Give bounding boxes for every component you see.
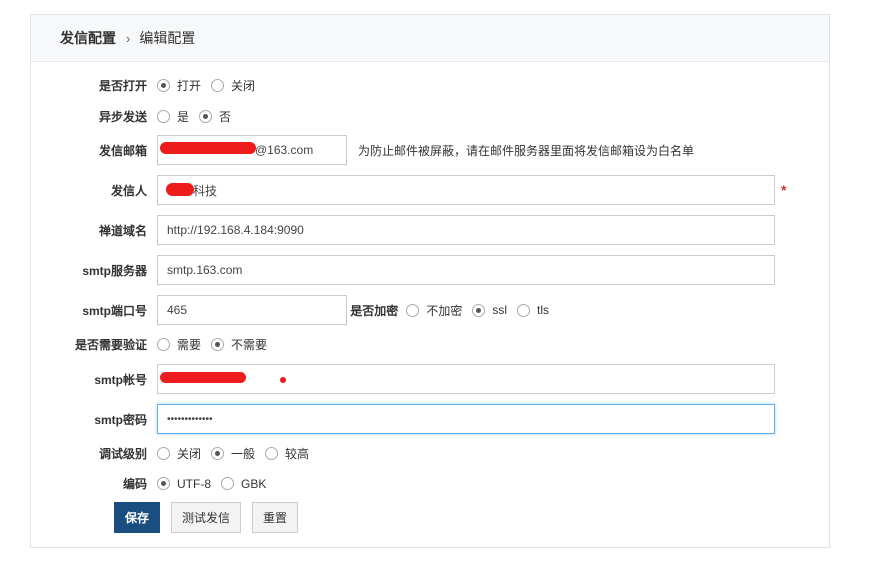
- smtp-password-row: smtp密码 •••••••••••••: [31, 404, 775, 434]
- button-row: 保存 测试发信 重置: [114, 502, 309, 533]
- smtp-port-row: smtp端口号 465 是否加密 不加密 ssl tls: [31, 295, 559, 325]
- radio-unchecked-icon[interactable]: [157, 447, 170, 460]
- redaction-dot: [280, 377, 286, 383]
- async-yes-radio[interactable]: 是: [157, 108, 189, 125]
- breadcrumb-current: 编辑配置: [139, 30, 196, 46]
- debug-normal-radio[interactable]: 一般: [211, 445, 255, 462]
- smtp-password-label: smtp密码: [94, 412, 147, 427]
- config-panel: 发信配置 › 编辑配置 是否打开 打开 关闭 异步发送 是 否 发信邮箱 @16…: [30, 14, 830, 548]
- radio-checked-icon[interactable]: [472, 303, 486, 317]
- sender-email-row: 发信邮箱 @163.com 为防止邮件被屏蔽，请在邮件服务器里面将发信邮箱设为白…: [31, 135, 694, 165]
- radio-checked-icon[interactable]: [157, 79, 170, 92]
- sender-email-input[interactable]: @163.com: [157, 135, 347, 165]
- smtp-server-label: smtp服务器: [82, 263, 147, 278]
- sender-email-hint: 为防止邮件被屏蔽，请在邮件服务器里面将发信邮箱设为白名单: [358, 143, 695, 158]
- encrypt-none-radio[interactable]: 不加密: [406, 302, 462, 319]
- charset-utf8-radio[interactable]: UTF-8: [157, 477, 211, 491]
- radio-checked-icon[interactable]: [211, 338, 225, 351]
- chevron-right-icon: ›: [126, 30, 131, 46]
- radio-unchecked-icon[interactable]: [157, 338, 170, 351]
- smtp-server-input[interactable]: smtp.163.com: [157, 255, 775, 285]
- domain-row: 禅道域名 http://192.168.4.184:9090: [31, 215, 775, 245]
- smtp-password-input[interactable]: •••••••••••••: [157, 404, 775, 434]
- smtp-port-label: smtp端口号: [82, 303, 147, 318]
- auth-no-radio[interactable]: 不需要: [211, 336, 267, 353]
- auth-yes-radio[interactable]: 需要: [157, 336, 201, 353]
- async-no-radio[interactable]: 否: [199, 108, 231, 125]
- charset-label: 编码: [122, 477, 147, 491]
- charset-gbk-radio[interactable]: GBK: [221, 477, 266, 491]
- debug-label: 调试级别: [98, 447, 147, 461]
- radio-checked-icon[interactable]: [157, 477, 170, 490]
- redaction-mark: [160, 372, 246, 383]
- sender-name-row: 发信人 科技 *: [31, 175, 786, 205]
- sender-name-label: 发信人: [110, 183, 147, 198]
- enable-label: 是否打开: [98, 79, 147, 93]
- smtp-account-label: smtp帐号: [94, 372, 147, 387]
- radio-unchecked-icon[interactable]: [265, 447, 279, 460]
- enable-row: 是否打开 打开 关闭: [31, 77, 265, 94]
- domain-input[interactable]: http://192.168.4.184:9090: [157, 215, 775, 245]
- required-mark: *: [781, 182, 787, 198]
- radio-checked-icon[interactable]: [211, 447, 225, 460]
- smtp-server-row: smtp服务器 smtp.163.com: [31, 255, 775, 285]
- radio-unchecked-icon[interactable]: [157, 110, 170, 123]
- redaction-mark: [160, 142, 256, 154]
- sender-name-input[interactable]: 科技: [157, 175, 775, 205]
- redaction-mark: [166, 183, 194, 196]
- breadcrumb: 发信配置 › 编辑配置: [31, 15, 829, 62]
- charset-row: 编码 UTF-8 GBK: [31, 475, 276, 492]
- smtp-account-input[interactable]: [157, 364, 775, 394]
- auth-row: 是否需要验证 需要 不需要: [31, 336, 277, 353]
- encrypt-ssl-radio[interactable]: ssl: [472, 303, 507, 317]
- async-label: 异步发送: [98, 110, 147, 124]
- enable-on-radio[interactable]: 打开: [157, 77, 201, 94]
- encrypt-group: 是否加密 不加密 ssl tls: [347, 302, 559, 319]
- smtp-port-input[interactable]: 465: [157, 295, 347, 325]
- auth-label: 是否需要验证: [74, 338, 147, 352]
- test-send-button[interactable]: 测试发信: [171, 502, 242, 533]
- debug-high-radio[interactable]: 较高: [265, 445, 309, 462]
- reset-button[interactable]: 重置: [252, 502, 299, 533]
- encrypt-label: 是否加密: [350, 303, 399, 318]
- save-button[interactable]: 保存: [114, 502, 161, 533]
- enable-off-radio[interactable]: 关闭: [211, 77, 255, 94]
- async-row: 异步发送 是 否: [31, 108, 241, 125]
- encrypt-tls-radio[interactable]: tls: [517, 303, 549, 317]
- radio-unchecked-icon[interactable]: [221, 477, 234, 490]
- radio-unchecked-icon[interactable]: [211, 79, 225, 92]
- smtp-account-row: smtp帐号: [31, 364, 775, 394]
- debug-row: 调试级别 关闭 一般 较高: [31, 445, 319, 462]
- debug-off-radio[interactable]: 关闭: [157, 445, 201, 462]
- radio-unchecked-icon[interactable]: [406, 303, 420, 317]
- domain-label: 禅道域名: [98, 223, 147, 238]
- breadcrumb-root[interactable]: 发信配置: [60, 28, 116, 48]
- radio-checked-icon[interactable]: [199, 110, 213, 123]
- radio-unchecked-icon[interactable]: [517, 303, 530, 317]
- sender-email-label: 发信邮箱: [98, 143, 147, 158]
